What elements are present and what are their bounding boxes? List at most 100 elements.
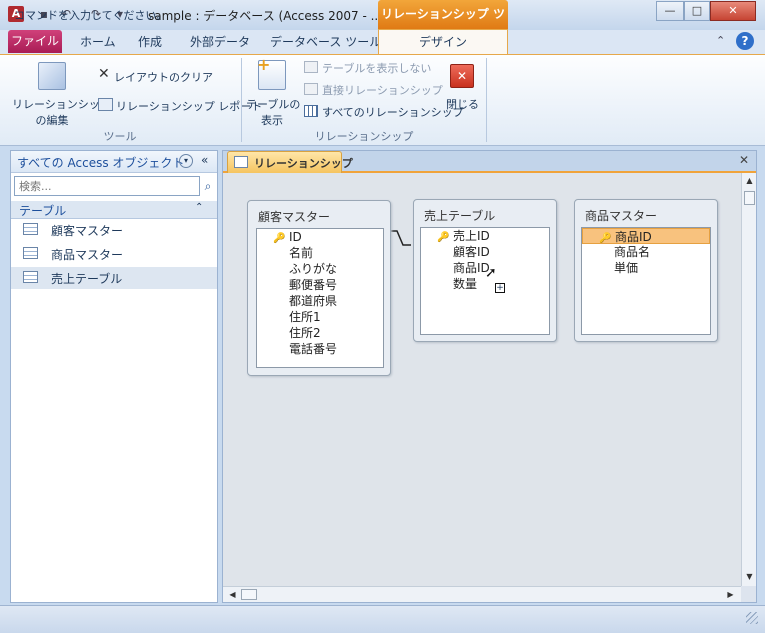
nav-pane-title: すべての Access オブジェクト (17, 156, 185, 170)
document-area: リレーションシップ ✕ 顧客マスター 🔑 ID 名前 ふりがな 郵便番号 都道府県… (222, 150, 757, 603)
close-relationships-button[interactable]: 閉じる (446, 96, 479, 112)
nav-group-tables[interactable]: テーブル ⌃ (11, 201, 217, 219)
field-label: 単価 (614, 261, 639, 275)
minimize-button[interactable]: — (656, 1, 684, 21)
field-label: 都道府県 (289, 294, 338, 308)
nav-search-input[interactable] (14, 176, 200, 196)
field-label: 住所2 (289, 326, 321, 340)
tab-create[interactable]: 作成 (138, 33, 162, 50)
tab-external-data[interactable]: 外部データ (190, 33, 250, 50)
field-list: 🔑 ID 名前 ふりがな 郵便番号 都道府県 住所1 住所2 電話番号 (256, 228, 384, 368)
field-row[interactable]: 単価 (582, 260, 710, 276)
field-label: ふりがな (289, 262, 338, 276)
help-icon[interactable]: ? (736, 32, 754, 50)
show-table-label-line1: テーブルの (246, 98, 301, 111)
direct-relationships-icon (304, 83, 318, 95)
show-table-icon: + (257, 55, 286, 90)
field-row[interactable]: 🔑 売上ID (421, 228, 549, 244)
window-title: sample : データベース (Access 2007 - ... (148, 9, 383, 23)
field-row[interactable]: 電話番号 (257, 341, 383, 357)
status-bar (0, 605, 765, 633)
context-tab-header: リレーションシップ ツール (378, 0, 508, 49)
tab-home[interactable]: ホーム (80, 33, 116, 50)
clear-layout-button[interactable]: レイアウトのクリア (114, 69, 213, 85)
field-row[interactable]: ふりがな (257, 261, 383, 277)
field-row[interactable]: 都道府県 (257, 293, 383, 309)
field-list: 🔑 商品ID 商品名 単価 (581, 227, 711, 335)
collapse-group-icon[interactable]: ⌃ (195, 202, 203, 213)
table-box-title: 商品マスター (585, 209, 658, 223)
field-row[interactable]: 顧客ID (421, 244, 549, 260)
nav-item-label: 顧客マスター (51, 224, 124, 238)
nav-item-product-master[interactable]: 商品マスター (11, 243, 217, 265)
vertical-scroll-thumb[interactable] (744, 191, 755, 205)
close-relationships-icon: ✕ (450, 64, 474, 88)
field-label: 売上ID (453, 229, 490, 243)
table-icon (23, 271, 38, 283)
field-label: 商品ID (615, 230, 652, 244)
horizontal-scrollbar[interactable]: ◀ ▶ (223, 586, 741, 602)
scroll-down-icon[interactable]: ▼ (742, 569, 757, 584)
field-label: 電話番号 (289, 342, 338, 356)
scroll-right-icon[interactable]: ▶ (723, 587, 738, 602)
minimize-ribbon-icon[interactable]: ⌃ (716, 34, 725, 47)
shutter-close-icon[interactable]: « (201, 153, 208, 167)
scroll-up-icon[interactable]: ▲ (742, 173, 757, 188)
tab-file[interactable]: ファイル (8, 30, 62, 53)
horizontal-scroll-thumb[interactable] (241, 589, 257, 600)
field-row[interactable]: 住所1 (257, 309, 383, 325)
tab-design[interactable]: デザイン (378, 29, 508, 55)
field-list: 🔑 売上ID 顧客ID 商品ID 数量 (420, 227, 550, 335)
direct-relationships-button[interactable]: 直接リレーションシップ (322, 82, 443, 98)
all-relationships-icon (304, 105, 318, 117)
edit-relationships-icon (38, 62, 66, 90)
resize-grip-icon[interactable] (746, 612, 758, 624)
nav-item-label: 売上テーブル (51, 272, 123, 286)
relationships-doc-icon (234, 156, 248, 168)
field-row[interactable]: 🔑 ID (257, 229, 383, 245)
nav-menu-dropdown-icon[interactable]: ▾ (179, 154, 193, 168)
document-tab-label: リレーションシップ (254, 157, 353, 170)
field-label: 名前 (289, 246, 314, 260)
relationships-canvas[interactable]: 顧客マスター 🔑 ID 名前 ふりがな 郵便番号 都道府県 住所1 住所2 電話番… (223, 173, 741, 586)
show-table-button[interactable]: テーブルの 表示 (246, 96, 301, 128)
nav-item-label: 商品マスター (51, 248, 124, 262)
status-text: コマンドを入力してください。 (14, 9, 168, 22)
search-icon[interactable]: ⌕ (200, 176, 216, 196)
table-box-product-master[interactable]: 商品マスター 🔑 商品ID 商品名 単価 (574, 199, 718, 342)
all-relationships-button[interactable]: すべてのリレーションシップ (322, 104, 464, 120)
field-label: 商品名 (614, 245, 651, 259)
field-row[interactable]: 名前 (257, 245, 383, 261)
field-row[interactable]: 郵便番号 (257, 277, 383, 293)
table-box-title: 顧客マスター (258, 210, 331, 224)
field-row-selected[interactable]: 🔑 商品ID (582, 228, 710, 244)
field-label: 郵便番号 (289, 278, 338, 292)
nav-pane-header[interactable]: すべての Access オブジェクト ▾ « (11, 151, 217, 173)
tab-database-tools[interactable]: データベース ツール (270, 33, 381, 50)
relationships-group-label: リレーションシップ (314, 130, 414, 143)
hide-table-button[interactable]: テーブルを表示しない (322, 60, 431, 76)
maximize-button[interactable]: □ (684, 1, 710, 21)
tab-relationships-document[interactable]: リレーションシップ (227, 151, 353, 173)
relationship-report-icon (98, 98, 113, 111)
navigation-pane: すべての Access オブジェクト ▾ « ⌕ テーブル ⌃ 顧客マスター 商… (10, 150, 218, 603)
close-document-icon[interactable]: ✕ (739, 153, 749, 167)
table-icon (23, 247, 38, 259)
nav-item-customer-master[interactable]: 顧客マスター (11, 219, 217, 241)
table-box-title: 売上テーブル (424, 209, 496, 223)
field-row[interactable]: 住所2 (257, 325, 383, 341)
drag-copy-plus-icon: + (495, 283, 505, 293)
field-label: 住所1 (289, 310, 321, 324)
field-label: 顧客ID (453, 245, 490, 259)
field-label: ID (289, 230, 302, 244)
close-window-button[interactable]: ✕ (710, 1, 756, 21)
nav-item-sales-table[interactable]: 売上テーブル (11, 267, 217, 289)
scroll-left-icon[interactable]: ◀ (225, 587, 240, 602)
edit-relationships-button[interactable]: リレーションシップ の編集 (12, 96, 111, 128)
show-table-label-line2: 表示 (261, 114, 283, 127)
vertical-scrollbar[interactable]: ▲ ▼ (741, 173, 756, 586)
tools-group-label: ツール (103, 130, 137, 143)
table-box-customer-master[interactable]: 顧客マスター 🔑 ID 名前 ふりがな 郵便番号 都道府県 住所1 住所2 電話番… (247, 200, 391, 376)
field-row[interactable]: 商品名 (582, 244, 710, 260)
hide-table-icon (304, 61, 318, 73)
